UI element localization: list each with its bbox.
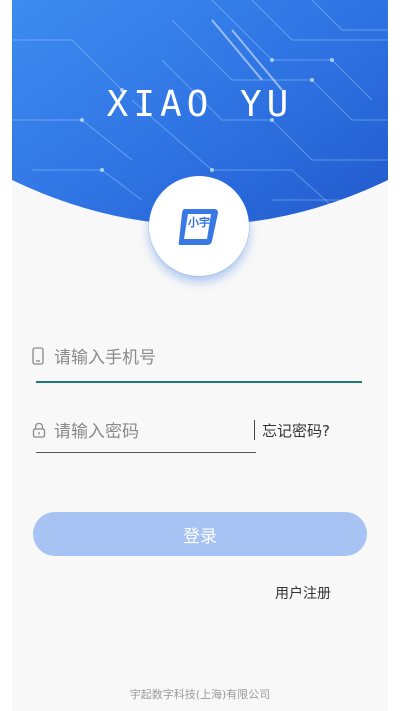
login-screen: XIAO YU 小宇 忘记密码? 登录 用户注册 宇起数字科技(上海)有限公司 [12,0,388,711]
brand-title: XIAO YU [106,84,294,125]
password-input[interactable] [54,418,244,446]
forgot-divider [254,420,255,440]
phone-underline [36,381,362,383]
register-link[interactable]: 用户注册 [275,583,331,603]
login-button[interactable]: 登录 [33,512,367,556]
phone-icon [32,347,44,365]
lock-icon [32,422,46,438]
logo-text: 小宇 [188,216,210,229]
app-logo: 小宇 [149,176,249,276]
phone-input[interactable] [54,344,354,372]
forgot-password-link[interactable]: 忘记密码? [262,420,330,441]
phone-field [32,338,368,384]
password-underline [36,452,256,453]
company-footer: 宇起数字科技(上海)有限公司 [129,688,271,701]
